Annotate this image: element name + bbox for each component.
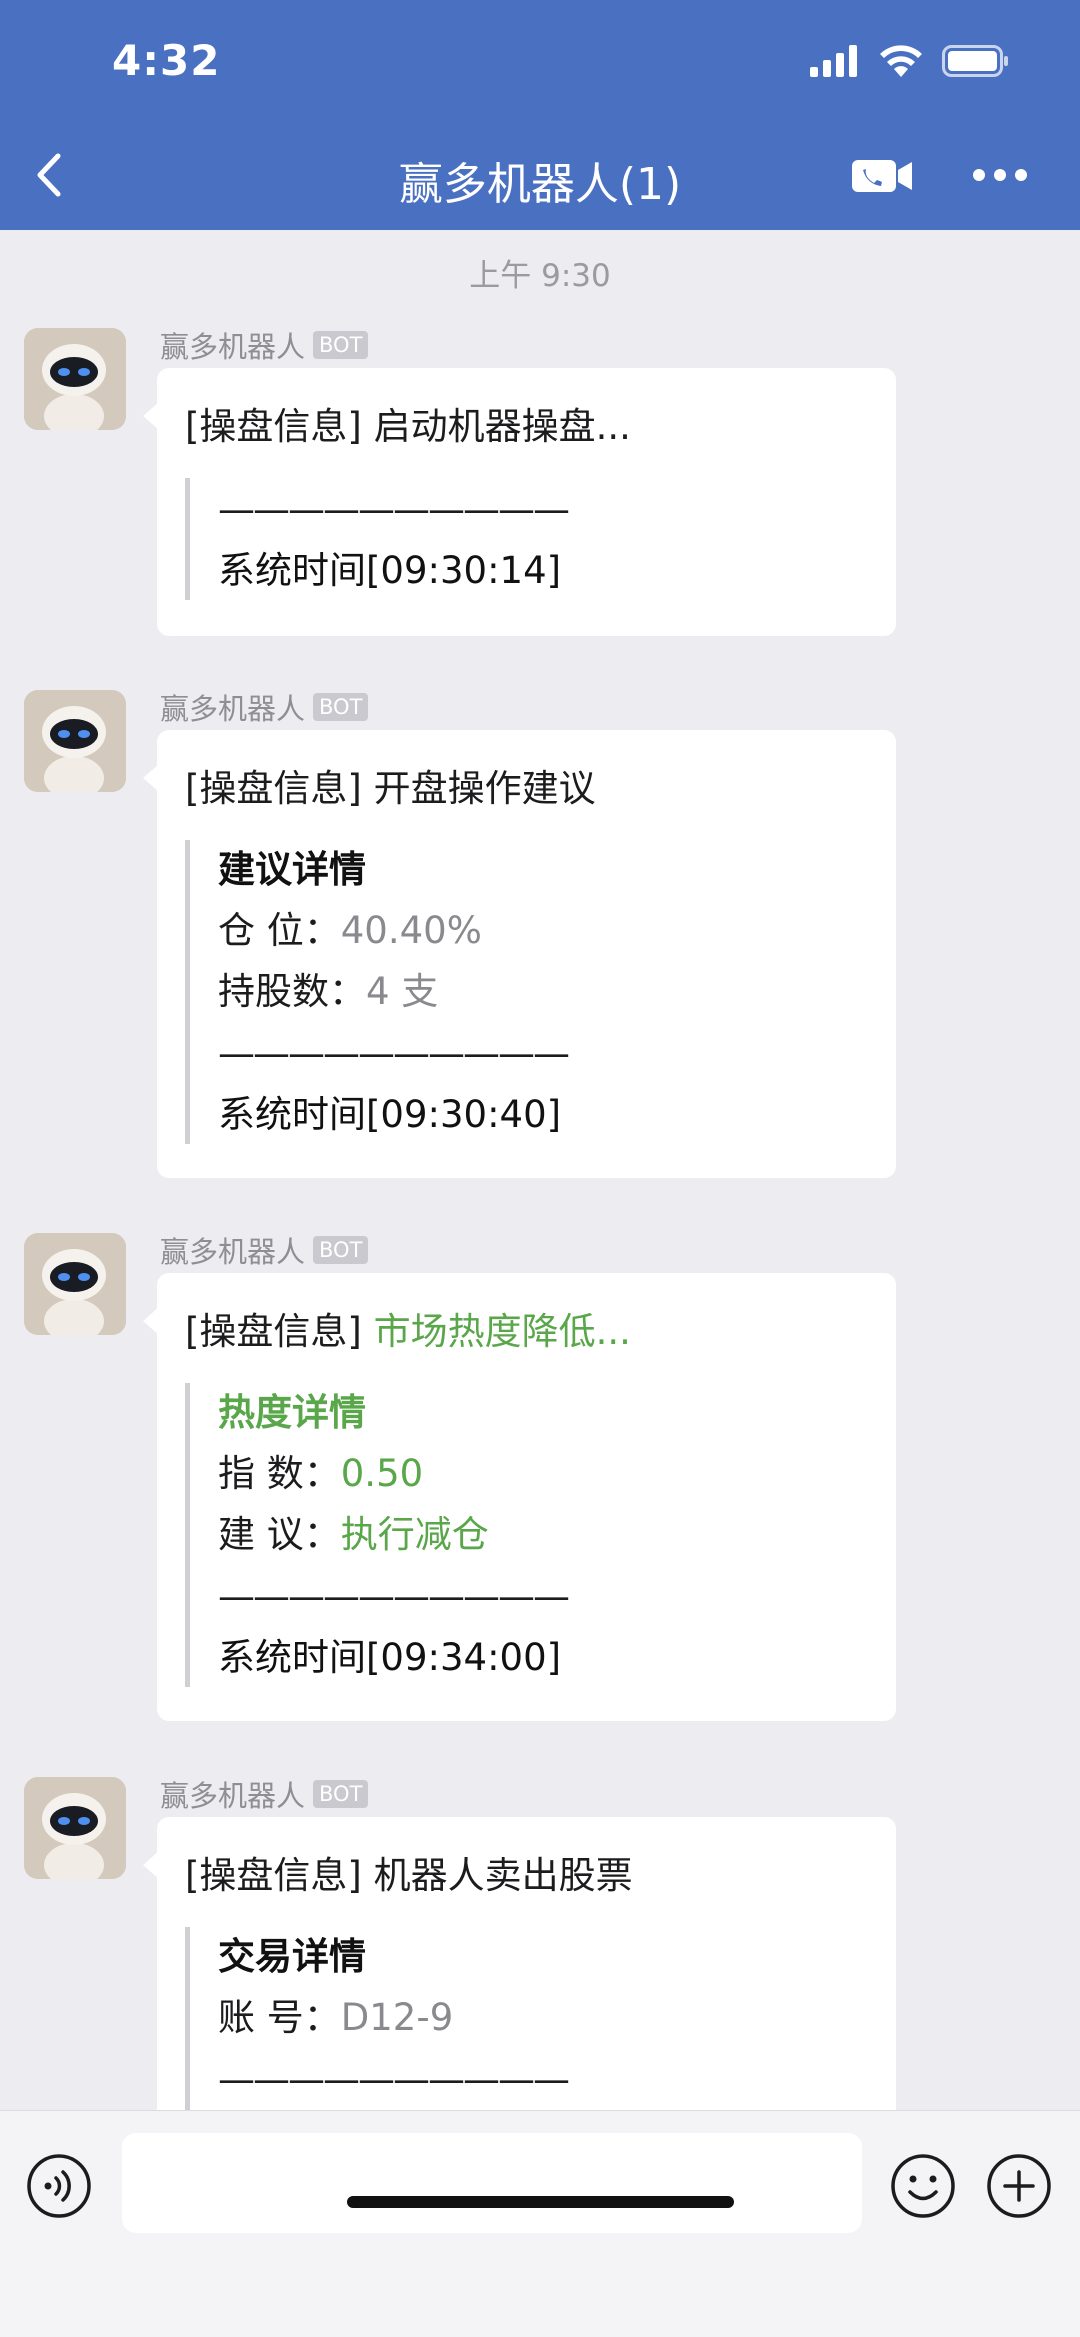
robot-avatar-icon: [24, 1233, 126, 1335]
bot-badge: BOT: [313, 693, 369, 721]
sender-label: 赢多机器人: [160, 1779, 306, 1813]
add-icon[interactable]: [986, 2153, 1052, 2219]
detail-row: 指 数：0.50: [218, 1443, 868, 1504]
bot-badge: BOT: [313, 1780, 369, 1808]
message-quote: 建议详情 仓 位：40.40% 持股数：4 支 —————————— 系统时间[…: [185, 840, 868, 1144]
bot-badge: BOT: [313, 331, 369, 359]
row-value: 0.50: [340, 1452, 424, 1495]
detail-row: 建 议：执行减仓: [218, 1504, 868, 1565]
message-quote: —————————— 系统时间[09:30:14]: [185, 478, 868, 600]
message-prefix: [操盘信息]: [185, 405, 362, 448]
message-headline: [操盘信息] 机器人卖出股票: [185, 1851, 868, 1901]
message-headline-text: 启动机器操盘...: [373, 405, 631, 448]
robot-avatar-icon: [24, 328, 126, 430]
sender-label: 赢多机器人: [160, 330, 306, 364]
message-input[interactable]: [122, 2133, 862, 2233]
robot-avatar-icon: [24, 1777, 126, 1879]
message-headline-text: 机器人卖出股票: [373, 1854, 633, 1897]
row-value: 执行减仓: [340, 1513, 489, 1556]
voice-icon[interactable]: [26, 2153, 92, 2219]
message-headline-text: 开盘操作建议: [373, 767, 596, 810]
sender-name: 赢多机器人 BOT: [160, 1229, 369, 1271]
row-label: 仓 位：: [218, 909, 341, 952]
sender-label: 赢多机器人: [160, 692, 306, 726]
more-icon[interactable]: [972, 168, 1028, 182]
separator: ——————————: [218, 2058, 570, 2101]
avatar[interactable]: [24, 1777, 126, 1879]
message-quote: 交易详情 账 号：D12-9 ——————————: [185, 1927, 868, 2112]
row-value: 4 支: [366, 970, 439, 1013]
system-time: 系统时间[09:30:14]: [218, 549, 562, 592]
row-label: 指 数：: [218, 1452, 341, 1495]
sender-name: 赢多机器人 BOT: [160, 686, 369, 728]
avatar[interactable]: [24, 1233, 126, 1335]
signal-icon: [810, 45, 857, 77]
bot-badge: BOT: [313, 1236, 369, 1264]
avatar[interactable]: [24, 328, 126, 430]
message-bubble[interactable]: [操盘信息] 市场热度降低... 热度详情 指 数：0.50 建 议：执行减仓 …: [143, 1273, 896, 1721]
wifi-icon: [880, 45, 922, 77]
separator: ——————————: [218, 488, 570, 531]
battery-icon: [942, 45, 1008, 77]
detail-row: 持股数：4 支: [218, 961, 868, 1022]
row-value: D12-9: [340, 1996, 454, 2039]
video-call-icon[interactable]: [852, 156, 914, 196]
detail-row: 账 号：D12-9: [218, 1987, 868, 2048]
emoji-icon[interactable]: [890, 2153, 956, 2219]
message-prefix: [操盘信息]: [185, 767, 362, 810]
row-label: 账 号：: [218, 1996, 341, 2039]
message-headline: [操盘信息] 启动机器操盘...: [185, 402, 868, 452]
row-label: 建 议：: [218, 1513, 341, 1556]
chat-timestamp: 上午 9:30: [469, 258, 611, 294]
sender-name: 赢多机器人 BOT: [160, 324, 369, 366]
system-time: 系统时间[09:30:40]: [218, 1093, 562, 1136]
message-quote: 热度详情 指 数：0.50 建 议：执行减仓 —————————— 系统时间[0…: [185, 1383, 868, 1687]
row-value: 40.40%: [340, 909, 482, 952]
row-label: 持股数：: [218, 970, 366, 1013]
sender-label: 赢多机器人: [160, 1235, 306, 1269]
status-icons: [808, 44, 1010, 78]
message-prefix: [操盘信息]: [185, 1854, 362, 1897]
home-indicator[interactable]: [347, 2196, 734, 2208]
message-headline-text: 市场热度降低...: [373, 1310, 631, 1353]
top-bar: 4:32 赢多机器人(1): [0, 0, 1080, 230]
message-headline: [操盘信息] 市场热度降低...: [185, 1307, 868, 1357]
detail-row: 仓 位：40.40%: [218, 900, 868, 961]
sender-name: 赢多机器人 BOT: [160, 1773, 369, 1815]
status-time: 4:32: [112, 36, 221, 85]
avatar[interactable]: [24, 690, 126, 792]
detail-title: 交易详情: [218, 1935, 366, 1978]
message-bubble[interactable]: [操盘信息] 启动机器操盘... —————————— 系统时间[09:30:1…: [143, 368, 896, 636]
message-prefix: [操盘信息]: [185, 1310, 362, 1353]
separator: ——————————: [218, 1575, 570, 1618]
input-bar: [0, 2110, 1080, 2337]
system-time: 系统时间[09:34:00]: [218, 1636, 562, 1679]
detail-title: 建议详情: [218, 848, 366, 891]
chat-title: 赢多机器人(1): [398, 159, 682, 210]
message-bubble[interactable]: [操盘信息] 开盘操作建议 建议详情 仓 位：40.40% 持股数：4 支 ——…: [143, 730, 896, 1178]
separator: ——————————: [218, 1032, 570, 1075]
detail-title: 热度详情: [218, 1391, 366, 1434]
message-headline: [操盘信息] 开盘操作建议: [185, 764, 868, 814]
robot-avatar-icon: [24, 690, 126, 792]
